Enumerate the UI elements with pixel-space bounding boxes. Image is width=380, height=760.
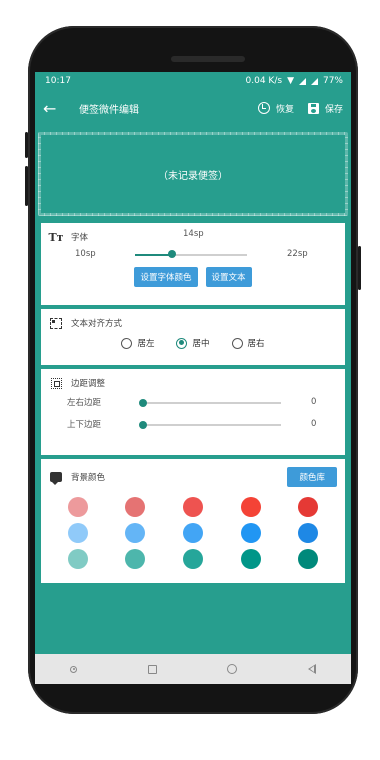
nav-assist-icon[interactable] <box>70 665 78 673</box>
background-card: 背景颜色 颜色库 <box>41 459 345 583</box>
color-swatch[interactable] <box>240 497 261 517</box>
color-swatch[interactable] <box>298 549 319 569</box>
horizontal-margin-row: 左右边距 0 <box>49 391 337 413</box>
color-swatch[interactable] <box>125 549 146 569</box>
power-button <box>358 246 361 290</box>
background-header: 背景颜色 颜色库 <box>49 467 337 487</box>
color-swatch[interactable] <box>240 523 261 543</box>
vertical-margin-value: 0 <box>311 419 317 429</box>
volume-button <box>25 132 28 158</box>
save-icon <box>307 102 319 114</box>
margin-icon-wrap <box>49 377 63 389</box>
align-card: 文本对齐方式 居左 居中 居右 <box>41 309 345 365</box>
color-swatch[interactable] <box>125 523 146 543</box>
widget-preview: （未记录便签） <box>41 135 345 213</box>
wifi-icon: ▼ <box>287 76 294 86</box>
margin-header: 边距调整 <box>49 377 337 389</box>
margin-label: 边距调整 <box>71 379 106 389</box>
radio-left[interactable] <box>121 337 133 349</box>
color-swatch[interactable] <box>67 497 88 517</box>
align-label: 文本对齐方式 <box>71 319 123 329</box>
align-left-option[interactable]: 居左 <box>121 337 154 349</box>
status-indicators: 0.04 K/s ▼ 77% <box>246 76 343 86</box>
signal-icon-2 <box>310 77 318 85</box>
home-icon[interactable] <box>227 664 238 674</box>
color-library-button[interactable]: 颜色库 <box>287 467 337 487</box>
page-title: 便签微件编辑 <box>79 104 139 116</box>
font-size-current: 14sp <box>183 229 204 239</box>
radio-center[interactable] <box>176 337 188 349</box>
align-right-option[interactable]: 居右 <box>231 337 265 349</box>
align-center-option[interactable]: 居中 <box>176 337 210 349</box>
font-size-slider-fill <box>135 253 173 256</box>
volume-rocker <box>25 166 28 206</box>
color-swatch[interactable] <box>298 523 319 543</box>
text-align-icon <box>50 317 62 329</box>
navigation-bar <box>35 654 351 684</box>
palette-icon-wrap <box>49 471 63 485</box>
status-time: 10:17 <box>45 76 71 86</box>
restore-button[interactable]: 恢复 <box>257 102 294 115</box>
color-swatch[interactable] <box>67 549 88 569</box>
font-size-slider-thumb[interactable] <box>168 250 177 258</box>
network-speed: 0.04 K/s <box>245 76 283 86</box>
horizontal-margin-slider[interactable] <box>141 402 281 404</box>
set-font-color-button[interactable]: 设置字体颜色 <box>134 267 198 287</box>
font-size-slider-row: 14sp 10sp 22sp <box>49 229 337 261</box>
color-swatch[interactable] <box>182 497 203 517</box>
set-text-button[interactable]: 设置文本 <box>205 267 252 287</box>
preview-text: （未记录便签） <box>158 170 228 182</box>
align-right-label: 居右 <box>247 339 265 349</box>
save-label: 保存 <box>324 104 343 115</box>
align-left-label: 居左 <box>137 339 155 349</box>
radio-right[interactable] <box>231 337 243 349</box>
palette-icon <box>50 472 62 485</box>
vertical-margin-thumb[interactable] <box>139 420 147 429</box>
battery-percent: 77% <box>322 76 343 86</box>
restore-label: 恢复 <box>275 104 294 115</box>
font-button-row: 设置字体颜色 设置文本 <box>49 267 337 287</box>
back-arrow-icon[interactable]: ← <box>43 99 65 118</box>
vertical-margin-row: 上下边距 0 <box>49 413 337 435</box>
restore-icon <box>257 102 270 114</box>
align-header: 文本对齐方式 <box>49 317 337 329</box>
color-swatch[interactable] <box>182 523 203 543</box>
status-bar: 10:17 0.04 K/s ▼ 77% <box>35 72 351 90</box>
screen: 10:17 0.04 K/s ▼ 77% ← 便签微件编辑 恢复 保存 （未记录… <box>35 72 351 684</box>
background-title: 背景颜色 <box>49 471 106 485</box>
color-swatch[interactable] <box>182 549 203 569</box>
font-card: Tт 字体 14sp 10sp 22sp 设置字体颜色 设置文本 <box>41 223 345 305</box>
font-label: 字体 <box>71 233 89 243</box>
horizontal-margin-thumb[interactable] <box>139 398 147 407</box>
save-button[interactable]: 保存 <box>307 102 343 115</box>
align-center-label: 居中 <box>192 339 210 349</box>
color-swatch[interactable] <box>125 497 146 517</box>
horizontal-margin-value: 0 <box>311 397 317 407</box>
font-size-min: 10sp <box>75 249 96 259</box>
color-swatch[interactable] <box>240 549 261 569</box>
font-size-icon: Tт <box>48 230 64 244</box>
vertical-margin-slider[interactable] <box>141 424 281 426</box>
color-swatch[interactable] <box>67 523 88 543</box>
widget-preview-frame: （未记录便签） <box>38 132 348 216</box>
toolbar: ← 便签微件编辑 恢复 保存 <box>35 90 351 126</box>
color-swatch-grid <box>49 497 337 569</box>
align-options: 居左 居中 居右 <box>49 337 337 349</box>
vertical-margin-label: 上下边距 <box>67 420 102 430</box>
margin-icon <box>50 377 62 389</box>
earpiece-speaker <box>171 56 245 62</box>
margin-card: 边距调整 左右边距 0 上下边距 0 <box>41 369 345 455</box>
back-icon[interactable] <box>307 664 316 674</box>
color-swatch[interactable] <box>298 497 319 517</box>
horizontal-margin-label: 左右边距 <box>67 398 102 408</box>
signal-icon <box>298 77 306 85</box>
recents-icon[interactable] <box>147 664 157 674</box>
background-label: 背景颜色 <box>71 473 106 483</box>
align-icon-wrap <box>49 317 63 329</box>
font-size-max: 22sp <box>287 249 308 259</box>
